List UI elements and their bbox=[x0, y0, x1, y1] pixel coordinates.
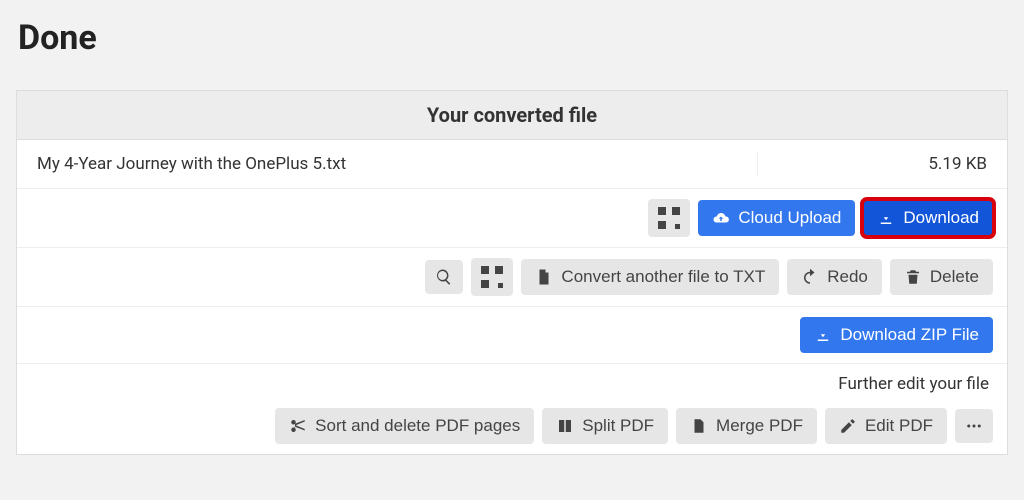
download-icon bbox=[877, 209, 895, 227]
cloud-upload-button[interactable]: Cloud Upload bbox=[698, 200, 855, 236]
edit-icon bbox=[839, 417, 857, 435]
more-actions-button[interactable] bbox=[955, 409, 993, 443]
edit-pdf-button[interactable]: Edit PDF bbox=[825, 408, 947, 444]
search-button[interactable] bbox=[425, 260, 463, 294]
redo-label: Redo bbox=[827, 267, 868, 287]
scissors-icon bbox=[289, 417, 307, 435]
qr-code-icon bbox=[658, 207, 680, 229]
file-row: My 4-Year Journey with the OnePlus 5.txt… bbox=[17, 140, 1007, 189]
merge-pdf-button[interactable]: Merge PDF bbox=[676, 408, 817, 444]
further-actions-row: Sort and delete PDF pages Split PDF Merg… bbox=[17, 398, 1007, 454]
file-size: 5.19 KB bbox=[757, 152, 987, 176]
redo-button[interactable]: Redo bbox=[787, 259, 882, 295]
file-icon bbox=[535, 268, 553, 286]
redo-icon bbox=[801, 268, 819, 286]
zip-row: Download ZIP File bbox=[17, 307, 1007, 364]
split-pdf-button[interactable]: Split PDF bbox=[542, 408, 668, 444]
primary-actions-row: Cloud Upload Download bbox=[17, 189, 1007, 248]
qr-code-button[interactable] bbox=[648, 199, 690, 237]
download-zip-button[interactable]: Download ZIP File bbox=[800, 317, 993, 353]
sort-delete-pages-label: Sort and delete PDF pages bbox=[315, 416, 520, 436]
card-header: Your converted file bbox=[17, 91, 1007, 140]
download-button[interactable]: Download bbox=[863, 200, 993, 236]
sort-delete-pages-button[interactable]: Sort and delete PDF pages bbox=[275, 408, 534, 444]
download-zip-label: Download ZIP File bbox=[840, 325, 979, 345]
delete-label: Delete bbox=[930, 267, 979, 287]
secondary-actions-row: Convert another file to TXT Redo Delete bbox=[17, 248, 1007, 307]
edit-pdf-label: Edit PDF bbox=[865, 416, 933, 436]
download-label: Download bbox=[903, 208, 979, 228]
convert-another-button[interactable]: Convert another file to TXT bbox=[521, 259, 779, 295]
page-title: Done bbox=[0, 0, 1024, 82]
further-edit-label: Further edit your file bbox=[17, 364, 1007, 398]
trash-icon bbox=[904, 268, 922, 286]
search-icon bbox=[435, 268, 453, 286]
split-pdf-label: Split PDF bbox=[582, 416, 654, 436]
qr-code-button-2[interactable] bbox=[471, 258, 513, 296]
convert-another-label: Convert another file to TXT bbox=[561, 267, 765, 287]
qr-code-icon bbox=[481, 266, 503, 288]
file-name: My 4-Year Journey with the OnePlus 5.txt bbox=[37, 154, 757, 174]
ellipsis-icon bbox=[965, 417, 983, 435]
split-icon bbox=[556, 417, 574, 435]
merge-icon bbox=[690, 417, 708, 435]
delete-button[interactable]: Delete bbox=[890, 259, 993, 295]
converted-file-card: Your converted file My 4-Year Journey wi… bbox=[16, 90, 1008, 455]
cloud-upload-label: Cloud Upload bbox=[738, 208, 841, 228]
merge-pdf-label: Merge PDF bbox=[716, 416, 803, 436]
cloud-upload-icon bbox=[712, 209, 730, 227]
download-icon bbox=[814, 326, 832, 344]
